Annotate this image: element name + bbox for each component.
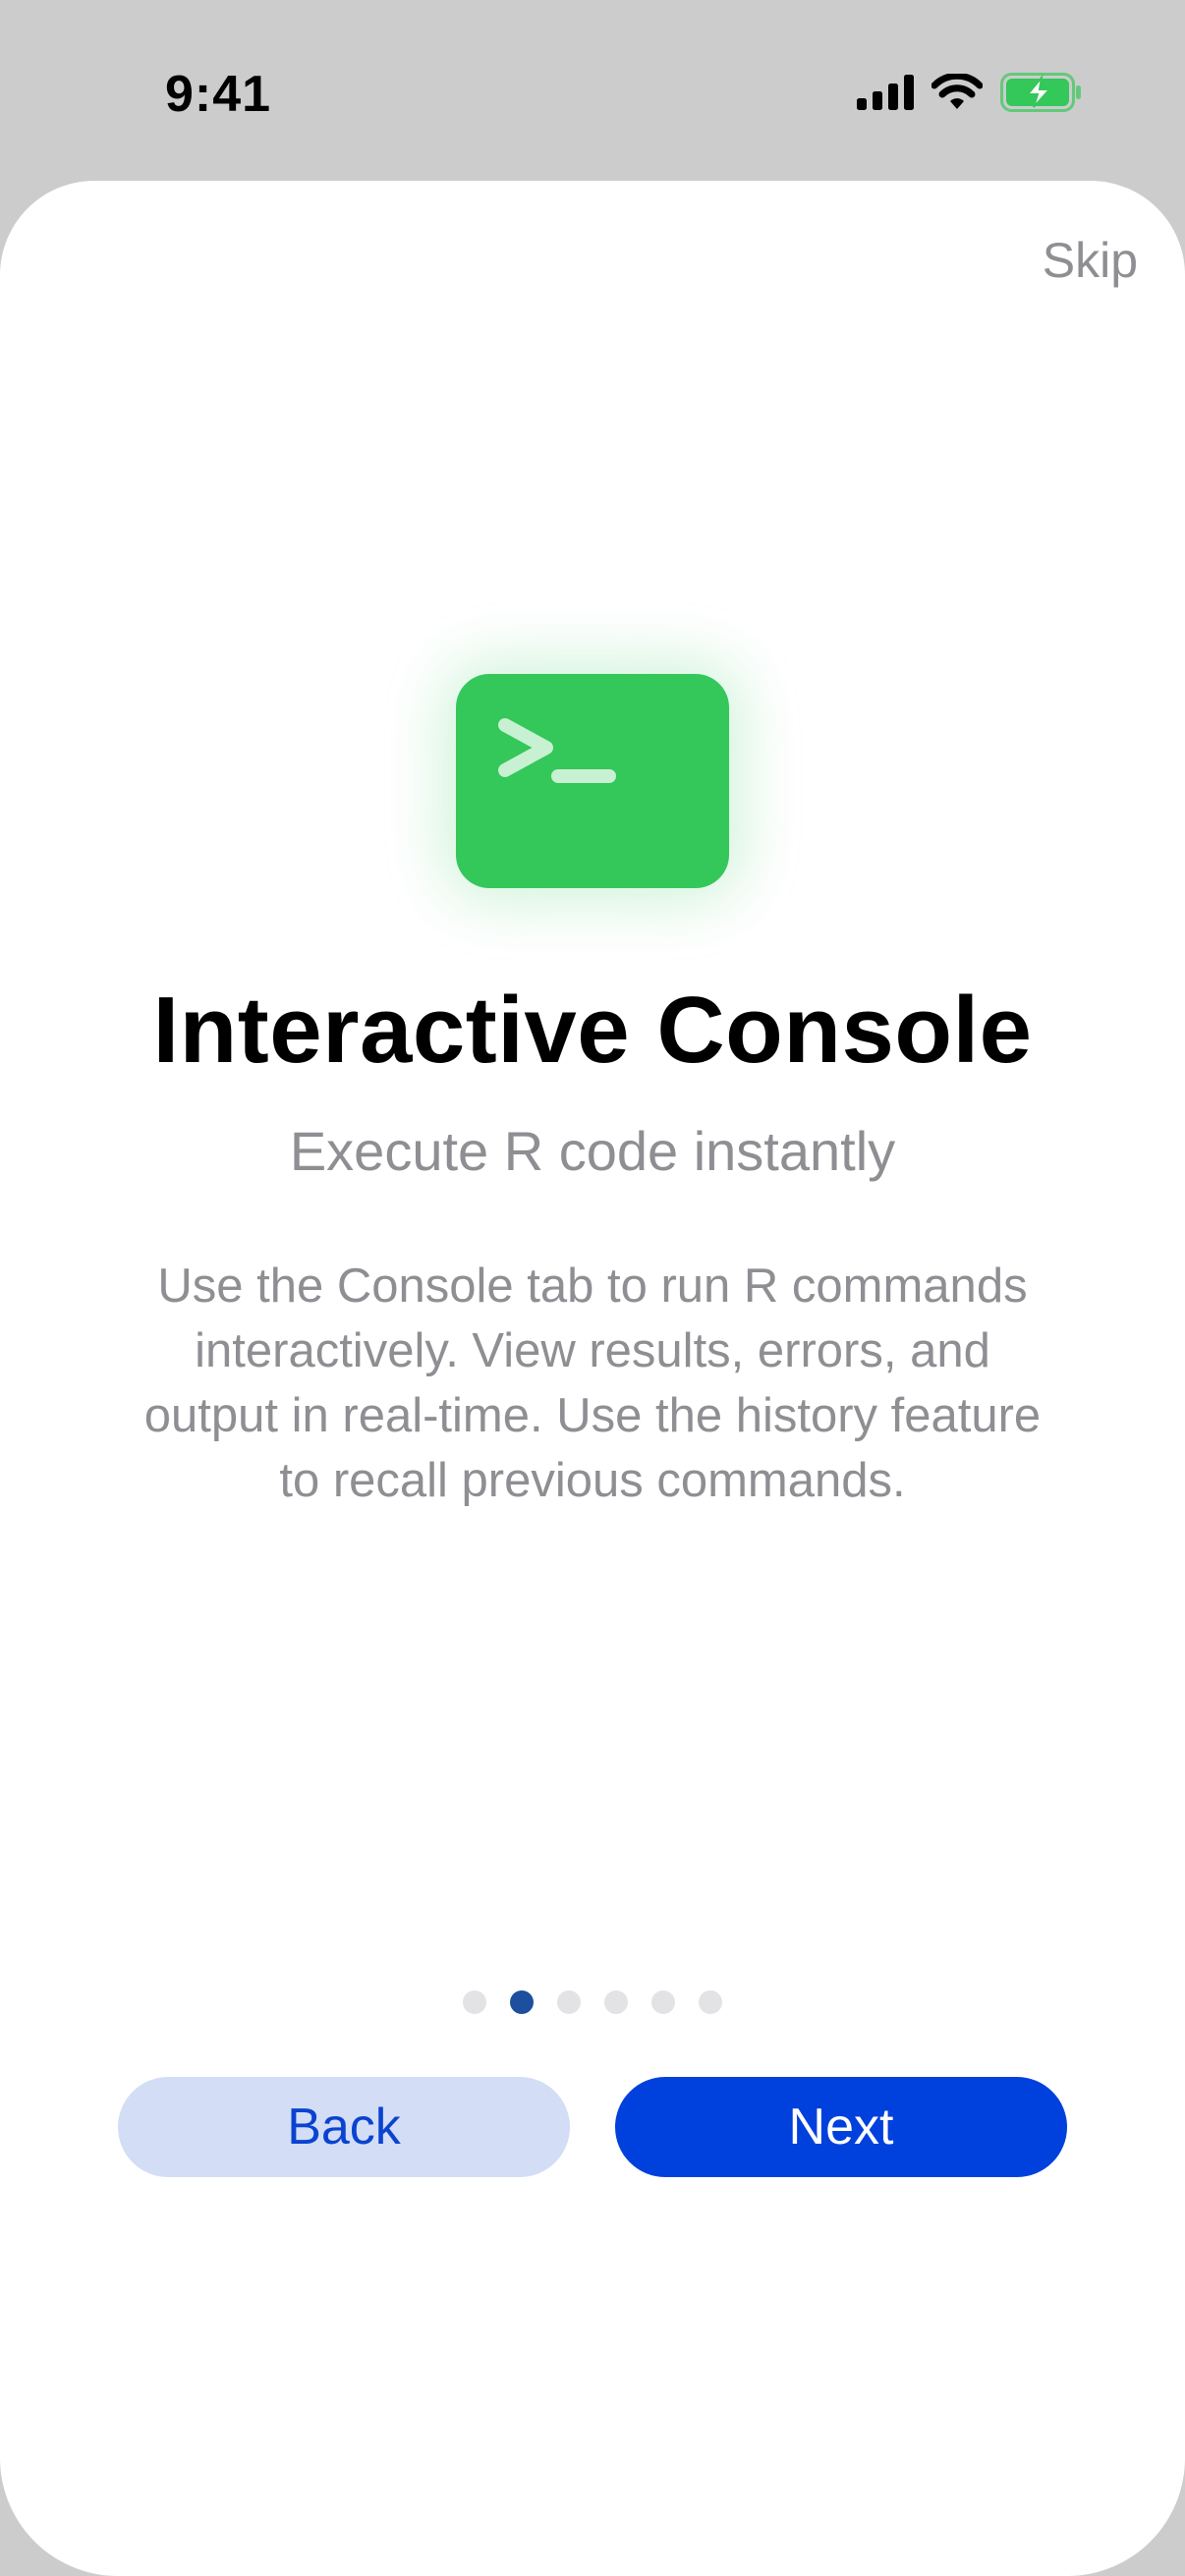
back-button[interactable]: Back bbox=[118, 2077, 570, 2177]
onboarding-sheet: Skip Interactive Console Execute R code … bbox=[0, 181, 1185, 2576]
skip-button[interactable]: Skip bbox=[1043, 232, 1138, 289]
cellular-signal-icon bbox=[857, 75, 914, 110]
terminal-prompt-icon bbox=[456, 674, 729, 888]
status-bar: 9:41 bbox=[0, 0, 1185, 187]
page-dot[interactable] bbox=[557, 1990, 581, 2014]
page-indicator bbox=[0, 1990, 1185, 2014]
page-dot-active[interactable] bbox=[510, 1990, 534, 2014]
page-dot[interactable] bbox=[604, 1990, 628, 2014]
page-title: Interactive Console bbox=[152, 978, 1033, 1083]
page-description: Use the Console tab to run R commands in… bbox=[143, 1260, 1042, 1507]
next-button[interactable]: Next bbox=[615, 2077, 1067, 2177]
battery-charging-icon bbox=[1000, 73, 1083, 112]
page-dot[interactable] bbox=[651, 1990, 675, 2014]
page-dot[interactable] bbox=[463, 1990, 486, 2014]
page-subtitle: Execute R code instantly bbox=[289, 1120, 896, 1182]
status-icons bbox=[857, 73, 1083, 112]
wifi-icon bbox=[931, 74, 983, 111]
status-time: 9:41 bbox=[165, 66, 272, 123]
page-dot[interactable] bbox=[699, 1990, 722, 2014]
